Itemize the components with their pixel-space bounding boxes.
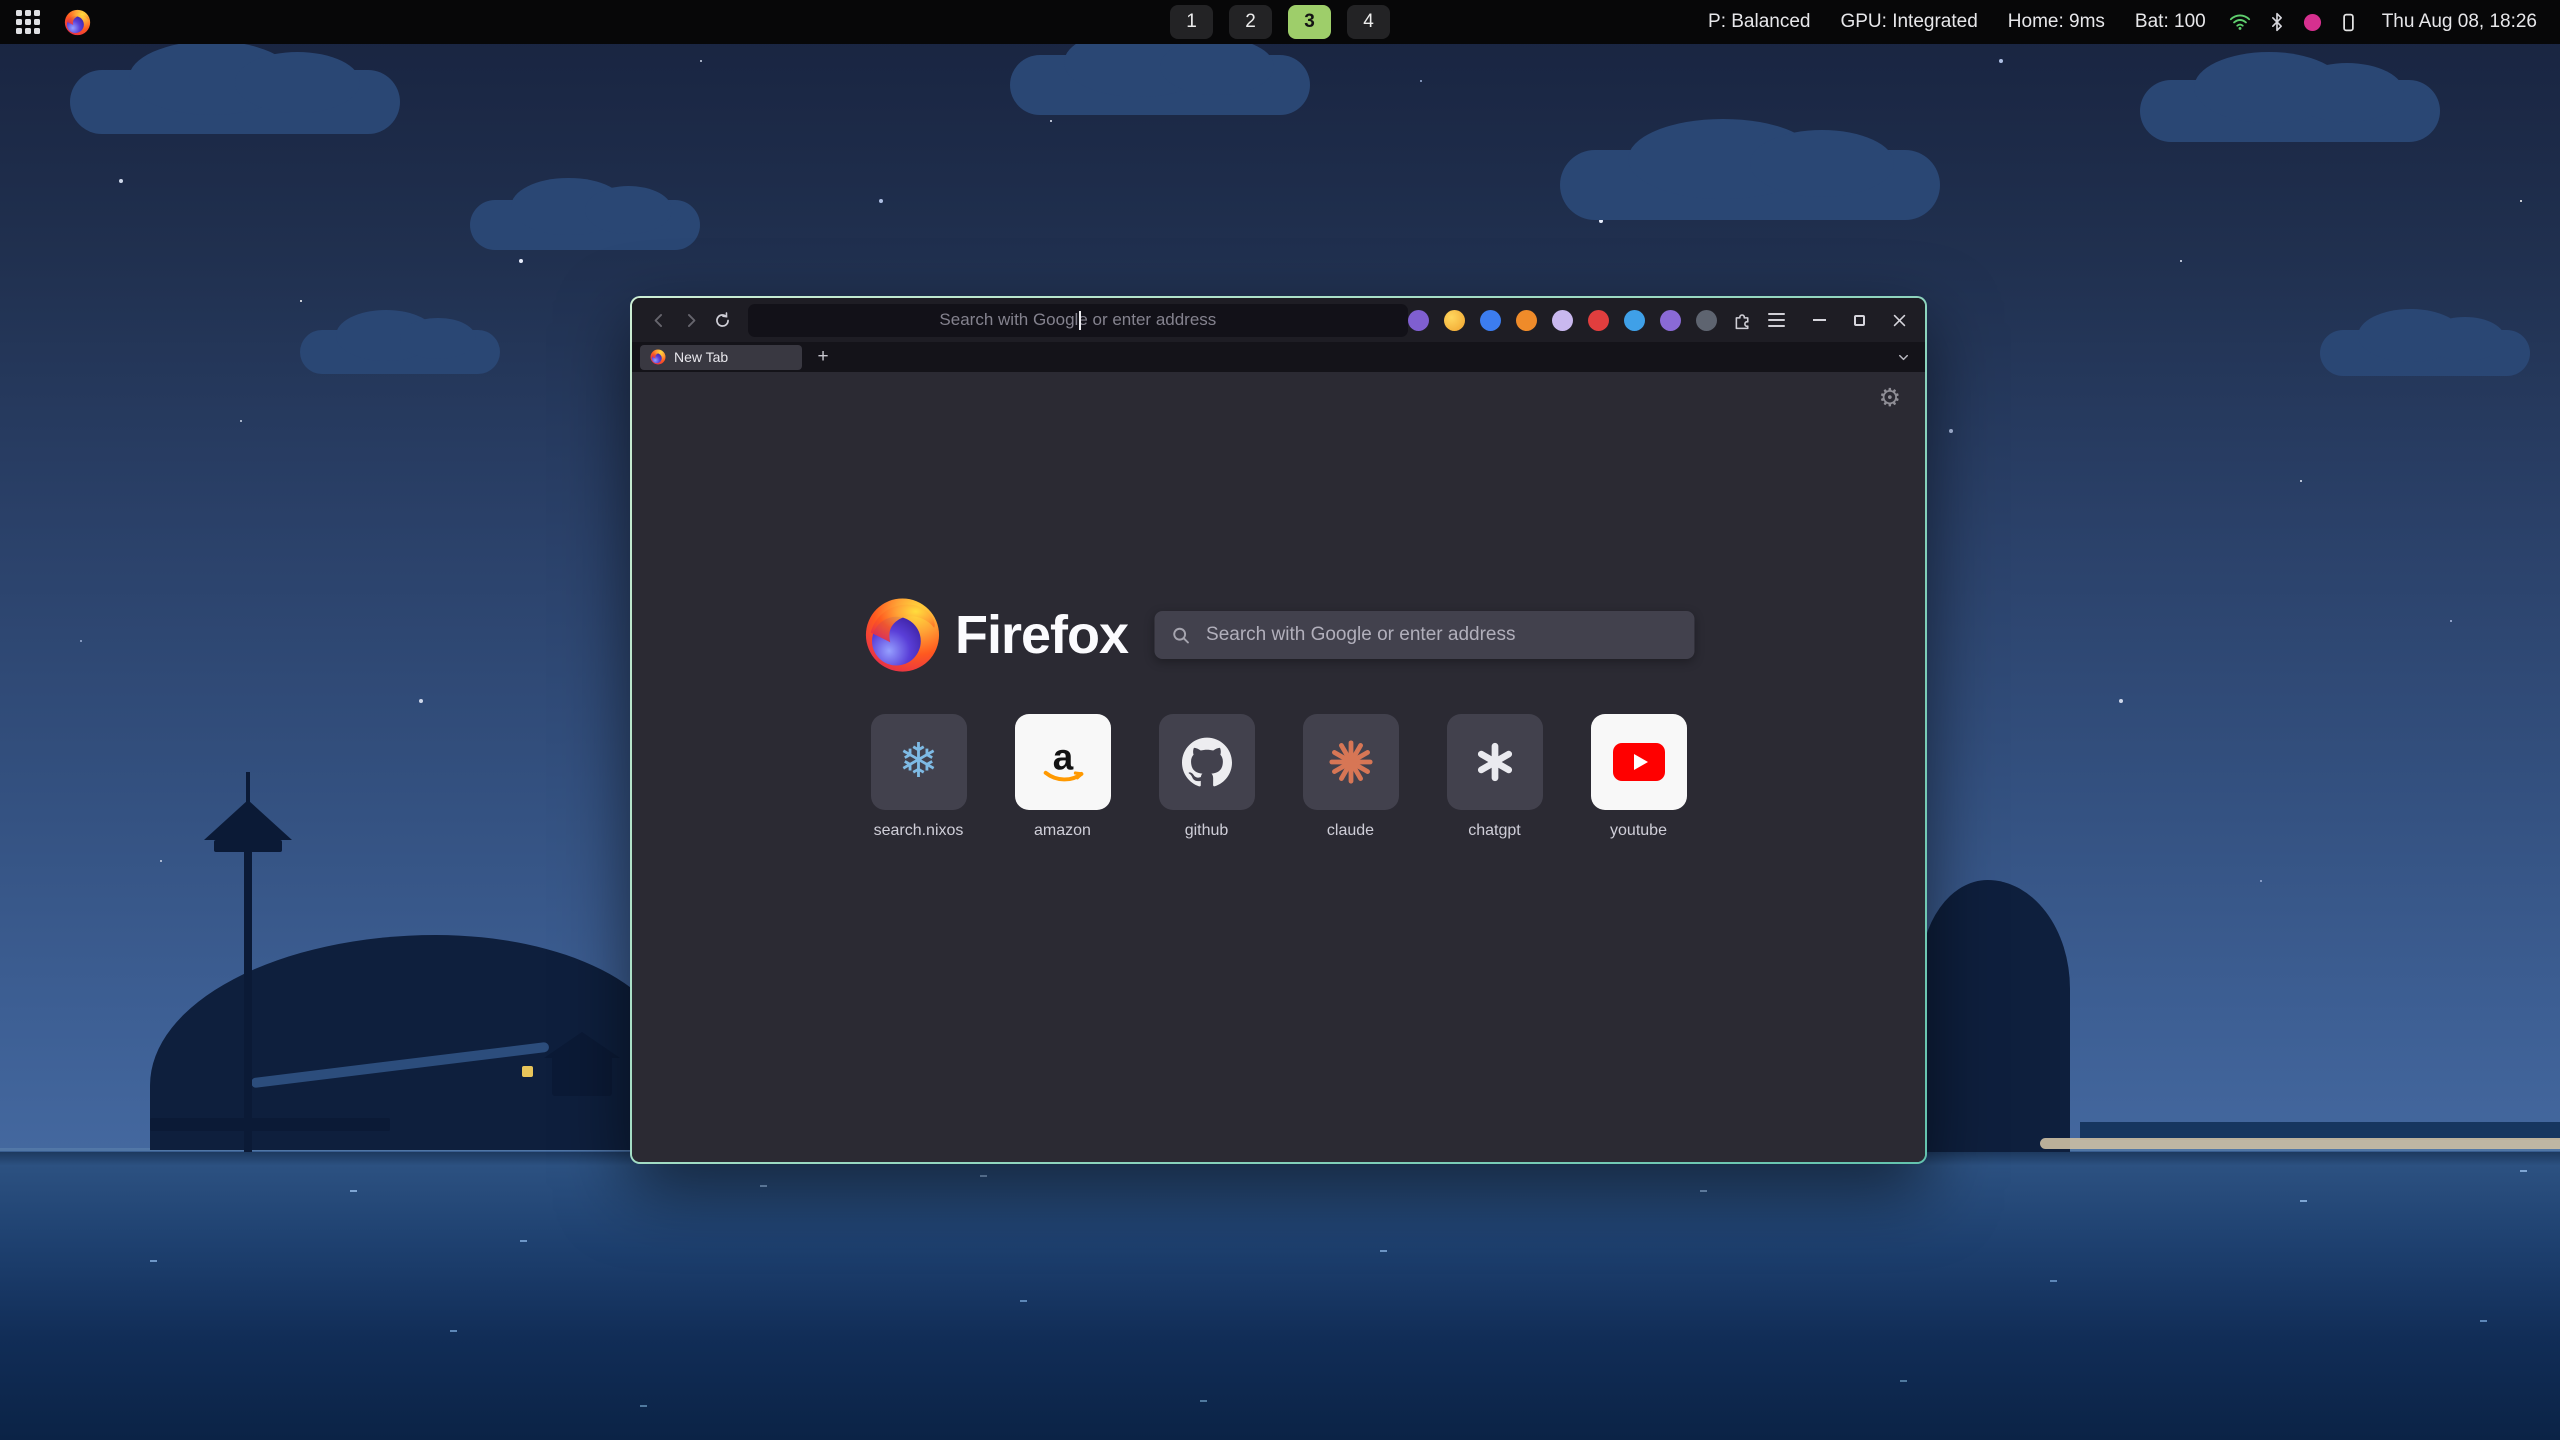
extension-toolbar xyxy=(1408,310,1785,331)
menu-button[interactable] xyxy=(1768,313,1785,327)
workspace-button-1[interactable]: 1 xyxy=(1170,5,1213,39)
shortcut-label: github xyxy=(1185,822,1229,840)
back-button[interactable] xyxy=(644,304,675,336)
extensions-puzzle-button[interactable] xyxy=(1732,310,1753,331)
shortcut-label: chatgpt xyxy=(1468,822,1520,840)
wallpaper-cloud xyxy=(70,70,400,134)
forward-icon xyxy=(681,311,700,330)
close-button[interactable] xyxy=(1885,306,1913,334)
extension-icon-7[interactable] xyxy=(1624,310,1645,331)
wallpaper-watchtower-roof xyxy=(204,800,292,840)
extension-icon-4[interactable] xyxy=(1516,310,1537,331)
extension-icon-6[interactable] xyxy=(1588,310,1609,331)
browser-toolbar xyxy=(632,298,1925,342)
reload-button[interactable] xyxy=(707,304,738,336)
close-icon xyxy=(1891,312,1908,329)
workspace-switcher: 1 2 3 4 xyxy=(1170,5,1390,39)
svg-text:a: a xyxy=(1052,737,1073,778)
newtab-search-bar[interactable] xyxy=(1154,611,1694,659)
tab-favicon-firefox-icon xyxy=(650,349,666,365)
shortcut-label: search.nixos xyxy=(874,822,964,840)
wifi-icon[interactable] xyxy=(2221,11,2259,33)
url-input[interactable] xyxy=(748,310,1408,330)
back-icon xyxy=(650,311,669,330)
bluetooth-icon[interactable] xyxy=(2259,12,2295,32)
youtube-play-icon xyxy=(1613,743,1665,781)
wallpaper-shore-light xyxy=(522,1066,533,1077)
color-profile-icon[interactable] xyxy=(2295,13,2330,32)
forward-button[interactable] xyxy=(675,304,706,336)
device-icon[interactable] xyxy=(2330,12,2367,33)
claude-starburst-icon xyxy=(1328,739,1374,785)
tab-list-chevron-icon[interactable] xyxy=(1896,350,1911,365)
extension-icon-3[interactable] xyxy=(1480,310,1501,331)
shortcut-claude[interactable]: claude xyxy=(1303,714,1399,840)
extension-icon-9[interactable] xyxy=(1696,310,1717,331)
workspace-button-4[interactable]: 4 xyxy=(1347,5,1390,39)
wallpaper-pier xyxy=(150,1118,390,1131)
new-tab-page: ⚙ Firefox xyxy=(632,372,1925,1162)
wallpaper-cloud xyxy=(470,200,700,250)
shortcuts-row: ❄ search.nixos a amazon xyxy=(871,714,1687,840)
wallpaper-watchtower-deck xyxy=(214,840,282,852)
extension-icon-1[interactable] xyxy=(1408,310,1429,331)
clock: Thu Aug 08, 18:26 xyxy=(2367,11,2552,33)
reload-icon xyxy=(713,311,732,330)
shortcut-search-nixos[interactable]: ❄ search.nixos xyxy=(871,714,967,840)
url-bar[interactable] xyxy=(748,304,1408,337)
top-bar: 1 2 3 4 P: Balanced GPU: Integrated Home… xyxy=(0,0,2560,44)
tab-title: New Tab xyxy=(674,349,728,365)
wallpaper-watchtower-pole xyxy=(244,852,252,1152)
minimize-button[interactable] xyxy=(1805,306,1833,334)
firefox-window: New Tab + ⚙ Firefox xyxy=(630,296,1927,1164)
newtab-search-input[interactable] xyxy=(1154,611,1694,659)
shortcut-label: youtube xyxy=(1610,822,1667,840)
shortcut-label: amazon xyxy=(1034,822,1091,840)
shortcut-github[interactable]: github xyxy=(1159,714,1255,840)
extension-icon-8[interactable] xyxy=(1660,310,1681,331)
apps-grid-icon xyxy=(16,10,40,34)
shortcut-amazon[interactable]: a amazon xyxy=(1015,714,1111,840)
battery-status: Bat: 100 xyxy=(2120,11,2221,33)
nixos-snowflake-icon: ❄ xyxy=(898,738,938,786)
shortcut-youtube[interactable]: youtube xyxy=(1591,714,1687,840)
amazon-icon: a xyxy=(1037,736,1089,788)
app-launcher-button[interactable] xyxy=(16,10,40,34)
chatgpt-openai-icon xyxy=(1472,739,1518,785)
power-profile-status: P: Balanced xyxy=(1693,11,1825,33)
search-icon xyxy=(1170,625,1191,646)
wallpaper-cloud xyxy=(2140,80,2440,142)
personalize-gear-icon[interactable]: ⚙ xyxy=(1879,386,1901,411)
wallpaper-beach xyxy=(2040,1138,2560,1149)
wallpaper-cloud xyxy=(1560,150,1940,220)
wallpaper-cloud xyxy=(1010,55,1310,115)
github-octocat-icon xyxy=(1182,737,1232,787)
latency-status: Home: 9ms xyxy=(1993,11,2120,33)
puzzle-icon xyxy=(1732,310,1753,331)
tab-new-tab[interactable]: New Tab xyxy=(640,345,802,370)
firefox-logo xyxy=(863,596,941,674)
wallpaper-cloud xyxy=(300,330,500,374)
gpu-status: GPU: Integrated xyxy=(1825,11,1992,33)
new-tab-button[interactable]: + xyxy=(810,345,836,370)
wallpaper-cloud xyxy=(2320,330,2530,376)
firefox-wordmark: Firefox xyxy=(955,604,1128,666)
text-caret xyxy=(1079,311,1081,330)
shortcut-chatgpt[interactable]: chatgpt xyxy=(1447,714,1543,840)
workspace-button-2[interactable]: 2 xyxy=(1229,5,1272,39)
firefox-dock-button[interactable] xyxy=(64,9,91,36)
wallpaper-hut xyxy=(552,1054,612,1096)
firefox-icon xyxy=(64,9,91,36)
maximize-button[interactable] xyxy=(1845,306,1873,334)
workspace-button-3[interactable]: 3 xyxy=(1288,5,1331,39)
shortcut-label: claude xyxy=(1327,822,1374,840)
wallpaper-cliff xyxy=(1920,880,2070,1152)
extension-icon-2[interactable] xyxy=(1444,310,1465,331)
extension-icon-5[interactable] xyxy=(1552,310,1573,331)
wallpaper-sea xyxy=(0,1148,2560,1440)
tab-bar: New Tab + xyxy=(632,342,1925,372)
